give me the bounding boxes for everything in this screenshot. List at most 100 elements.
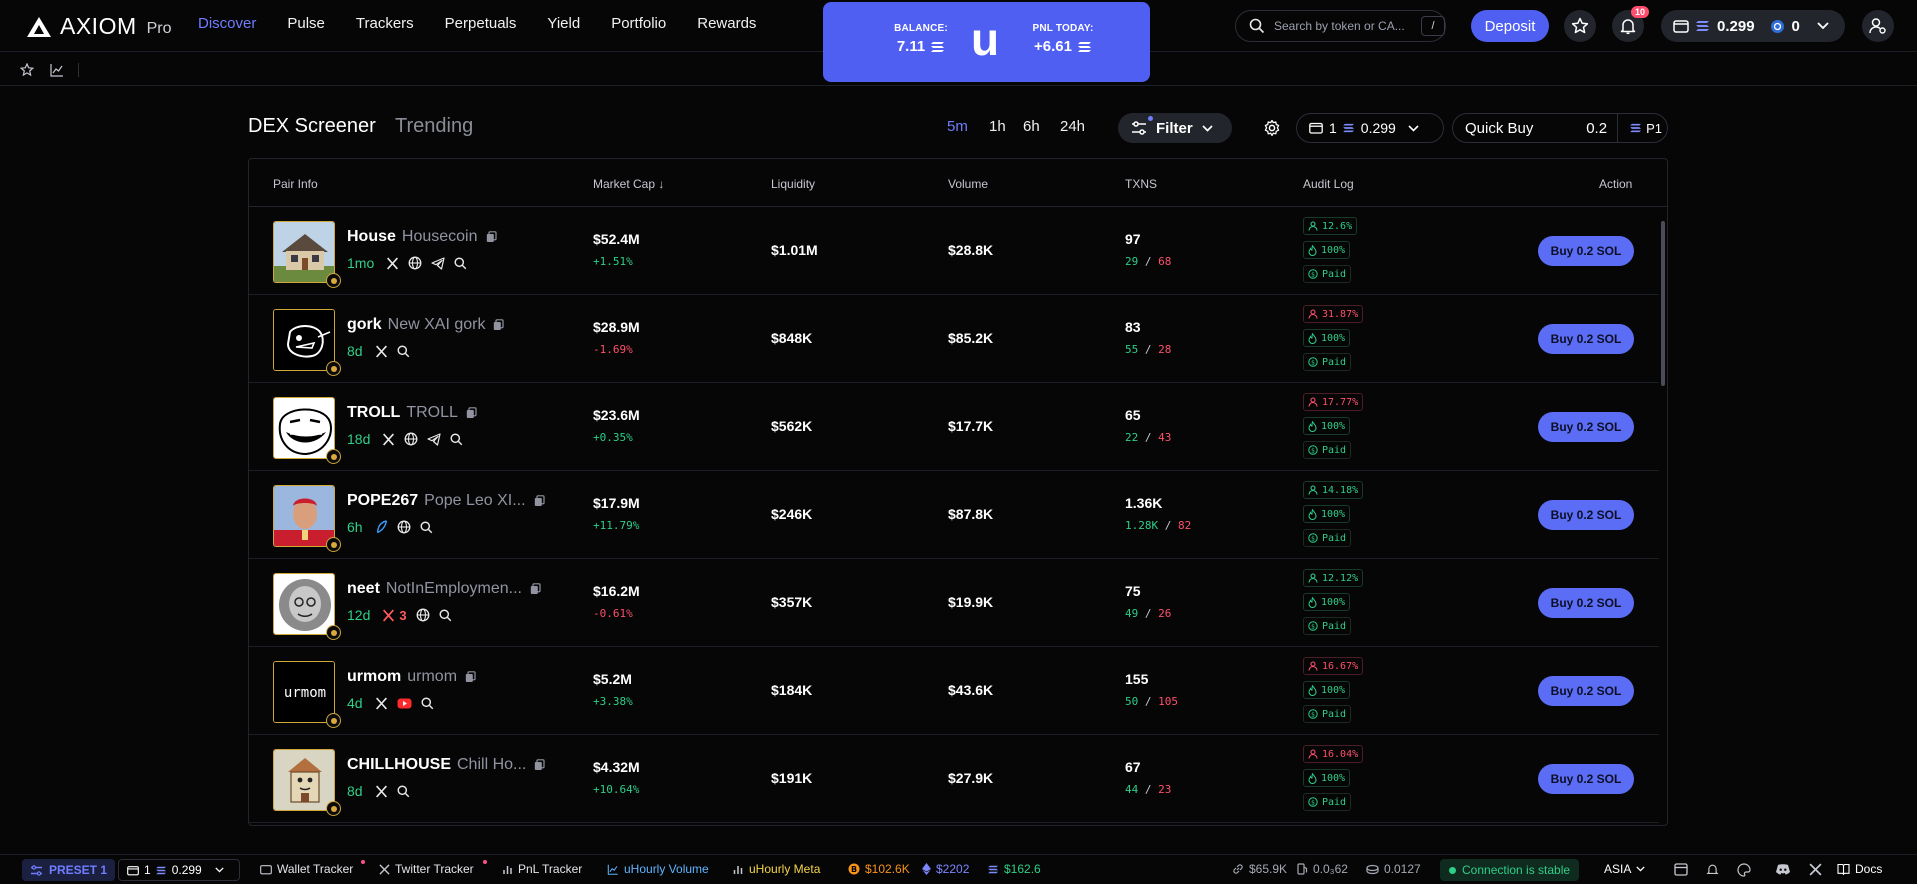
wallet-balance-dropdown[interactable]: 0.299 0 (1661, 10, 1845, 42)
nav-yield[interactable]: Yield (547, 15, 580, 32)
x-icon[interactable] (1809, 863, 1822, 876)
nav-perpetuals[interactable]: Perpetuals (445, 15, 517, 32)
gear-icon[interactable] (1263, 119, 1281, 137)
copy-icon[interactable] (486, 231, 497, 243)
watchlist-button[interactable] (1564, 10, 1596, 42)
x-icon[interactable] (382, 609, 395, 622)
token-title[interactable]: CHILLHOUSE Chill Ho... (347, 756, 545, 774)
token-avatar[interactable] (273, 573, 335, 635)
wallet-tracker-link[interactable]: Wallet Tracker (260, 860, 365, 876)
table-scrollbar[interactable] (1659, 209, 1667, 821)
timeframe-6h[interactable]: 6h (1023, 118, 1040, 135)
tab-trending[interactable]: Trending (395, 115, 473, 138)
feather-icon[interactable] (375, 520, 388, 534)
nav-portfolio[interactable]: Portfolio (611, 15, 666, 32)
globe-icon[interactable] (404, 432, 418, 446)
nav-rewards[interactable]: Rewards (697, 15, 756, 32)
chart-line-icon[interactable] (50, 63, 64, 77)
x-icon[interactable] (382, 433, 395, 446)
token-avatar[interactable]: urmom (273, 661, 335, 723)
globe-icon[interactable] (416, 608, 430, 622)
token-title[interactable]: neet NotInEmploymen... (347, 580, 541, 598)
pnl-tracker-link[interactable]: PnL Tracker (502, 862, 582, 876)
buy-button[interactable]: Buy 0.2 SOL (1538, 676, 1634, 706)
search-icon[interactable] (439, 608, 452, 622)
search-icon[interactable] (421, 696, 434, 710)
buy-button[interactable]: Buy 0.2 SOL (1538, 236, 1634, 266)
token-avatar[interactable] (273, 749, 335, 811)
search-icon[interactable] (420, 520, 433, 534)
buy-button[interactable]: Buy 0.2 SOL (1538, 324, 1634, 354)
buy-button[interactable]: Buy 0.2 SOL (1538, 764, 1634, 794)
token-avatar[interactable] (273, 397, 335, 459)
quick-buy-preset-selector[interactable]: P1 (1617, 113, 1667, 143)
column-header-market-cap[interactable]: Market Cap ↓ (593, 177, 664, 191)
copy-icon[interactable] (466, 407, 477, 419)
token-title[interactable]: urmom urmom (347, 668, 476, 686)
buy-button[interactable]: Buy 0.2 SOL (1538, 588, 1634, 618)
token-avatar[interactable] (273, 485, 335, 547)
layout-icon[interactable] (1674, 863, 1688, 876)
table-row[interactable]: urmom urmom urmom 4d $5.2M +3.38% $184K $43.6K 1… (249, 647, 1659, 735)
telegram-icon[interactable] (427, 432, 441, 446)
column-header-pair-info[interactable]: Pair Info (273, 177, 318, 191)
twitter-tracker-link[interactable]: Twitter Tracker (379, 860, 487, 876)
discord-icon[interactable] (1775, 863, 1791, 876)
quick-buy-amount-input[interactable]: 0.2 (1569, 120, 1607, 137)
notifications-button[interactable]: 10 (1612, 6, 1650, 42)
nav-trackers[interactable]: Trackers (356, 15, 414, 32)
star-icon[interactable] (20, 63, 34, 77)
bell-icon[interactable] (1706, 863, 1719, 876)
buy-button[interactable]: Buy 0.2 SOL (1538, 500, 1634, 530)
x-icon[interactable] (375, 785, 388, 798)
column-header-volume[interactable]: Volume (948, 177, 988, 191)
x-icon[interactable] (386, 257, 399, 270)
table-row[interactable]: TROLL TROLL 18d $23.6M +0.35% $562K $17.7K 65 22… (249, 383, 1659, 471)
copy-icon[interactable] (534, 495, 545, 507)
x-icon[interactable] (375, 345, 388, 358)
copy-icon[interactable] (493, 319, 505, 331)
search-icon[interactable] (450, 432, 463, 446)
table-row[interactable]: gork New XAI gork 8d $28.9M -1.69% $848K $85.2… (249, 295, 1659, 383)
palette-icon[interactable] (1737, 863, 1751, 877)
hourly-volume-link[interactable]: uHourly Volume (607, 862, 709, 876)
copy-icon[interactable] (530, 583, 541, 595)
column-header-liquidity[interactable]: Liquidity (771, 177, 815, 191)
wallet-selector[interactable]: 1 0.299 (1296, 113, 1444, 143)
footer-wallet-selector[interactable]: 1 0.299 (118, 859, 240, 881)
token-title[interactable]: gork New XAI gork (347, 316, 505, 334)
timeframe-24h[interactable]: 24h (1060, 118, 1085, 135)
telegram-icon[interactable] (431, 256, 445, 270)
region-selector[interactable]: ASIA (1604, 862, 1646, 876)
search-icon[interactable] (454, 256, 467, 270)
table-row[interactable]: neet NotInEmploymen... 12d 3 $16.2M -0.61% $35… (249, 559, 1659, 647)
table-row[interactable]: House Housecoin 1mo $52.4M +1.51% $1.01M $28.8… (249, 207, 1659, 295)
token-title[interactable]: TROLL TROLL (347, 404, 477, 422)
account-button[interactable] (1862, 10, 1894, 42)
scrollbar-thumb[interactable] (1661, 221, 1665, 386)
hourly-meta-link[interactable]: uHourly Meta (732, 862, 820, 876)
globe-icon[interactable] (408, 256, 422, 270)
table-row[interactable]: CHILLHOUSE Chill Ho... 8d $4.32M +10.64% $191… (249, 735, 1659, 823)
token-title[interactable]: POPE267 Pope Leo XI... (347, 492, 545, 510)
nav-discover[interactable]: Discover (198, 15, 256, 32)
deposit-button[interactable]: Deposit (1471, 10, 1549, 42)
timeframe-5m[interactable]: 5m (947, 118, 968, 135)
column-header-txns[interactable]: TXNS (1125, 177, 1157, 191)
token-avatar[interactable] (273, 221, 335, 283)
token-title[interactable]: House Housecoin (347, 228, 497, 246)
axiom-logo[interactable]: AXIOM Pro (26, 13, 172, 40)
preset-button[interactable]: PRESET 1 (22, 859, 116, 881)
copy-icon[interactable] (465, 671, 476, 683)
token-search[interactable]: / (1235, 10, 1446, 42)
nav-pulse[interactable]: Pulse (287, 15, 325, 32)
token-avatar[interactable] (273, 309, 335, 371)
search-input[interactable] (1274, 19, 1419, 33)
search-icon[interactable] (397, 344, 410, 358)
x-icon[interactable] (375, 697, 388, 710)
timeframe-1h[interactable]: 1h (989, 118, 1006, 135)
filter-button[interactable]: Filter (1118, 113, 1232, 143)
search-icon[interactable] (397, 784, 410, 798)
copy-icon[interactable] (534, 759, 545, 771)
youtube-icon[interactable] (397, 698, 412, 709)
